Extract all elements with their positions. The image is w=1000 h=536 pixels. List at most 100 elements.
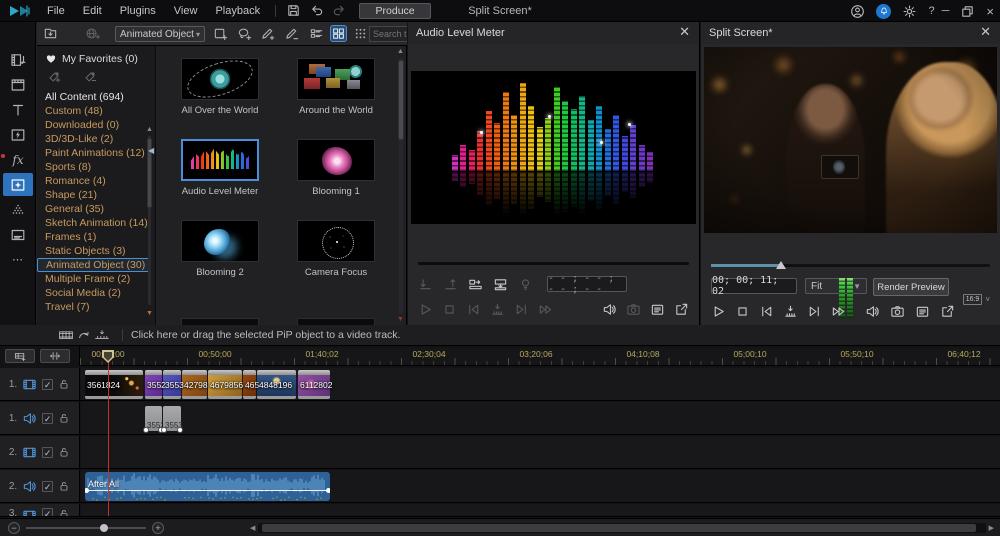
mark-in-icon[interactable] [418, 277, 433, 292]
track-enable-checkbox[interactable]: ✓ [42, 447, 53, 458]
zoom-slider[interactable] [26, 527, 146, 529]
volume-icon[interactable] [865, 304, 880, 319]
notifications-button[interactable] [876, 4, 891, 19]
category-item[interactable]: Social Media (2) [37, 286, 149, 300]
lock-icon[interactable] [58, 480, 70, 492]
category-item[interactable]: Shape (21) [37, 188, 149, 202]
clip-trim-handle-bottom[interactable] [257, 396, 296, 399]
library-item[interactable]: Blooming 1 [297, 139, 375, 197]
lock-icon[interactable] [58, 378, 70, 390]
category-item[interactable]: Paint Animations (12) [37, 146, 149, 160]
category-item[interactable]: Custom (48) [37, 104, 149, 118]
zoom-in-button[interactable]: + [152, 522, 164, 534]
help-icon[interactable]: ? [928, 6, 934, 17]
category-item[interactable]: Sketch Animation (14) [37, 216, 149, 230]
snapshot-icon[interactable] [890, 304, 905, 319]
clip-trim-handle-top[interactable] [298, 370, 330, 375]
list-view-icon[interactable] [309, 26, 324, 41]
produce-button[interactable]: Produce [359, 3, 431, 19]
category-item[interactable]: 3D/3D-Like (2) [37, 132, 149, 146]
menu-playback[interactable]: Playback [206, 5, 269, 17]
subtitle-room-button[interactable] [3, 223, 33, 246]
clip-trim-handle-top[interactable] [163, 370, 181, 375]
video-clip[interactable]: 3552 [145, 370, 162, 399]
settings-icon[interactable] [902, 4, 917, 19]
account-icon[interactable] [850, 4, 865, 19]
scroll-up-icon[interactable]: ▲ [146, 126, 153, 133]
menu-plugins[interactable]: Plugins [111, 5, 165, 17]
undock-window-icon[interactable] [674, 302, 689, 317]
library-item[interactable]: Audio Level Meter [181, 139, 259, 197]
scroll-right-icon[interactable]: ▶ [989, 525, 994, 532]
new-pip-designer-icon[interactable] [260, 26, 275, 41]
category-item[interactable]: Static Objects (3) [37, 244, 149, 258]
track-manager-button[interactable] [5, 349, 35, 363]
clip-trim-handle-top[interactable] [257, 370, 296, 375]
fast-forward-button[interactable] [538, 302, 553, 317]
volume-envelope[interactable] [85, 490, 330, 491]
next-frame-button[interactable] [514, 302, 529, 317]
lock-icon[interactable] [58, 446, 70, 458]
minimize-icon[interactable]: ─ [942, 6, 950, 17]
clip-trim-handle-top[interactable] [243, 370, 256, 375]
category-item[interactable]: Animated Object (30) [37, 258, 149, 272]
edit-pip-designer-icon[interactable] [284, 26, 299, 41]
render-preview-button[interactable]: Render Preview [873, 278, 949, 296]
library-scrollbar[interactable]: ▲ ▼ [397, 48, 405, 323]
partial-thumbnail[interactable] [297, 318, 375, 325]
clip-trim-handle-bottom[interactable] [145, 396, 162, 399]
track-enable-checkbox[interactable]: ✓ [42, 413, 53, 424]
play-button[interactable] [418, 302, 433, 317]
mark-out-icon[interactable] [443, 277, 458, 292]
range-select-button[interactable] [40, 349, 70, 363]
track-content[interactable]: After All [81, 470, 1000, 502]
close-panel-icon[interactable]: ✕ [980, 25, 991, 38]
category-item[interactable]: All Content (694) [37, 90, 149, 104]
clip-trim-handle-top[interactable] [208, 370, 242, 375]
import-media-icon[interactable] [43, 26, 58, 41]
lock-icon[interactable] [58, 412, 70, 424]
clip-trim-handle-top[interactable] [145, 370, 162, 375]
clip-trim-handle-bottom[interactable] [163, 396, 181, 399]
particle-room-button[interactable] [3, 198, 33, 221]
insert-to-timeline-icon[interactable] [468, 277, 483, 292]
category-item[interactable]: Sports (8) [37, 160, 149, 174]
stop-button[interactable] [735, 304, 750, 319]
snapshot-icon[interactable] [626, 302, 641, 317]
undock-window-icon[interactable] [940, 304, 955, 319]
track-content[interactable]: 3561824355235534279846798564654848196611… [81, 368, 1000, 400]
close-panel-icon[interactable]: ✕ [679, 25, 690, 38]
track-content[interactable] [81, 504, 1000, 516]
clip-trim-handle-bottom[interactable] [208, 396, 242, 399]
linked-audio-clip[interactable]: 3553 [163, 406, 181, 431]
more-rooms-button[interactable]: ⋯ [3, 248, 33, 271]
aspect-ratio-control[interactable]: 16:9 ˅ [963, 294, 990, 305]
scrollbar-thumb[interactable] [398, 60, 404, 140]
clip-timecode[interactable]: - - ; - - ; - - ; - - [547, 276, 627, 292]
category-item[interactable]: Romance (4) [37, 174, 149, 188]
category-item[interactable]: General (35) [37, 202, 149, 216]
add-tag-icon[interactable] [47, 70, 61, 84]
track-enable-checkbox[interactable]: ✓ [42, 379, 53, 390]
favorites-header[interactable]: My Favorites (0) [45, 53, 138, 65]
volume-icon[interactable] [602, 302, 617, 317]
current-timecode[interactable]: 00; 00; 11; 02 [711, 278, 797, 294]
category-filter-dropdown[interactable]: Animated Object ▾ [115, 26, 205, 42]
track-enable-checkbox[interactable]: ✓ [42, 481, 53, 492]
scrollbar-thumb[interactable] [262, 524, 975, 532]
mask-designer-icon[interactable] [237, 26, 252, 41]
fast-forward-button[interactable] [831, 304, 846, 319]
download-from-web-icon[interactable] [85, 26, 100, 41]
audio-clip[interactable]: After All [85, 472, 330, 501]
media-room-button[interactable] [3, 48, 33, 71]
menu-file[interactable]: File [38, 5, 74, 17]
restore-icon[interactable] [960, 4, 975, 19]
library-item[interactable]: Camera Focus [297, 220, 375, 278]
effect-room-button[interactable]: fx [3, 148, 33, 171]
previous-frame-button[interactable] [466, 302, 481, 317]
undo-icon[interactable] [309, 3, 324, 18]
zoom-slider-thumb[interactable] [100, 524, 108, 532]
next-frame-button[interactable] [807, 304, 822, 319]
timeline-hint-bar[interactable]: Click here or drag the selected PiP obje… [0, 325, 1000, 346]
preview-quality-icon[interactable] [650, 302, 665, 317]
